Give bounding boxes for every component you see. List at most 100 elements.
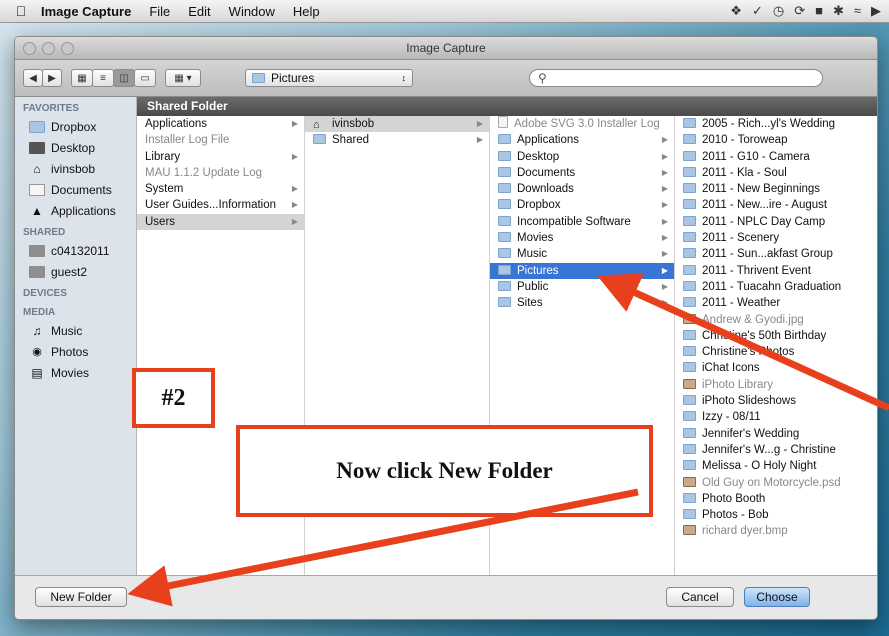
apple-menu-icon[interactable]:  — [10, 3, 32, 19]
list-item[interactable]: Christine's 50th Birthday — [675, 328, 877, 344]
checkmark-status-icon[interactable]: ✓ — [752, 3, 763, 19]
arrange-menu-button[interactable]: ▦ ▾ — [165, 69, 201, 87]
menu-app-name[interactable]: Image Capture — [32, 4, 140, 19]
list-item[interactable]: Shared ▶ — [305, 132, 489, 148]
list-item[interactable]: Public ▶ — [490, 279, 674, 295]
time-machine-icon[interactable]: ◷ — [773, 3, 784, 19]
search-field[interactable]: ⚲ — [529, 69, 823, 87]
list-item[interactable]: 2011 - NPLC Day Camp — [675, 214, 877, 230]
cancel-button[interactable]: Cancel — [666, 587, 734, 607]
list-view-button[interactable]: ≡ — [92, 69, 114, 87]
disclosure-arrow-icon: ▶ — [476, 135, 483, 145]
icon-view-button[interactable]: ▦ — [71, 69, 93, 87]
disclosure-arrow-icon: ▶ — [291, 184, 298, 194]
list-item[interactable]: 2011 - G10 - Camera — [675, 149, 877, 165]
sidebar-item-photos[interactable]: ◉ Photos — [15, 341, 136, 362]
list-item[interactable]: 2011 - Thrivent Event — [675, 263, 877, 279]
menu-file[interactable]: File — [140, 4, 179, 19]
list-item[interactable]: Melissa - O Holy Night — [675, 458, 877, 474]
list-item[interactable]: 2011 - Tuacahn Graduation — [675, 279, 877, 295]
list-item[interactable]: 2011 - Kla - Soul — [675, 165, 877, 181]
bluetooth-icon[interactable]: ✱ — [833, 3, 844, 19]
list-item[interactable]: Documents ▶ — [490, 165, 674, 181]
sidebar-item-documents[interactable]: Documents — [15, 179, 136, 200]
list-item[interactable]: Pictures ▶ — [490, 262, 674, 279]
list-item-label: 2011 - Scenery — [702, 232, 780, 245]
list-item[interactable]: Jennifer's Wedding — [675, 426, 877, 442]
list-item[interactable]: Dropbox ▶ — [490, 197, 674, 213]
list-item[interactable]: 2011 - Sun...akfast Group — [675, 246, 877, 262]
volume-icon[interactable]: ▶ — [871, 3, 881, 19]
dropbox-status-icon[interactable]: ❖ — [730, 3, 742, 19]
list-item[interactable]: Photo Booth — [675, 491, 877, 507]
sidebar-item-music[interactable]: ♫ Music — [15, 320, 136, 341]
wifi-icon[interactable]: ≈ — [854, 3, 861, 19]
new-folder-button[interactable]: New Folder — [35, 587, 127, 607]
list-item[interactable]: richard dyer.bmp — [675, 523, 877, 539]
sidebar-item-desktop[interactable]: Desktop — [15, 137, 136, 158]
column-view-button[interactable]: ◫ — [113, 69, 135, 87]
list-item[interactable]: Izzy - 08/11 — [675, 409, 877, 425]
list-item[interactable]: Applications ▶ — [137, 116, 304, 132]
choose-button[interactable]: Choose — [744, 587, 810, 607]
minimize-window-icon[interactable] — [42, 42, 55, 55]
list-item[interactable]: 2005 - Rich...yl's Wedding — [675, 116, 877, 132]
sidebar-item-dropbox[interactable]: Dropbox — [15, 116, 136, 137]
list-item[interactable]: Movies ▶ — [490, 230, 674, 246]
list-item[interactable]: ⌂ ivinsbob ▶ — [305, 116, 489, 133]
folder-icon — [683, 297, 696, 308]
disclosure-arrow-icon: ▶ — [661, 200, 668, 210]
list-item[interactable]: Downloads ▶ — [490, 181, 674, 197]
folder-icon — [313, 134, 326, 145]
list-item[interactable]: Desktop ▶ — [490, 149, 674, 165]
list-item[interactable]: 2011 - Scenery — [675, 230, 877, 246]
list-item-label: Shared — [332, 134, 370, 147]
sync-icon[interactable]: ⟳ — [794, 3, 805, 19]
zoom-window-icon[interactable] — [61, 42, 74, 55]
folder-icon — [683, 411, 696, 422]
list-item[interactable]: Incompatible Software ▶ — [490, 214, 674, 230]
sidebar-item-applications[interactable]: ▲ Applications — [15, 200, 136, 221]
list-item[interactable]: iChat Icons — [675, 360, 877, 376]
list-item[interactable]: Sites ▶ — [490, 295, 674, 311]
path-popup[interactable]: Pictures ↕ — [245, 69, 413, 87]
list-item[interactable]: System ▶ — [137, 181, 304, 197]
list-item[interactable]: Adobe SVG 3.0 Installer Log — [490, 116, 674, 132]
list-item[interactable]: Installer Log File — [137, 132, 304, 148]
display-icon[interactable]: ■ — [815, 3, 823, 19]
menu-window[interactable]: Window — [220, 4, 284, 19]
menu-edit[interactable]: Edit — [179, 4, 219, 19]
list-item[interactable]: Old Guy on Motorcycle.psd — [675, 475, 877, 491]
list-item[interactable]: 2011 - New...ire - August — [675, 197, 877, 213]
sidebar-item-ivinsbob[interactable]: ⌂ ivinsbob — [15, 158, 136, 179]
list-item[interactable]: 2011 - New Beginnings — [675, 181, 877, 197]
list-item[interactable]: 2010 - Toroweap — [675, 132, 877, 148]
list-item[interactable]: Photos - Bob — [675, 507, 877, 523]
sidebar-item-c04132011[interactable]: c04132011 — [15, 240, 136, 261]
image-icon — [683, 476, 696, 487]
forward-button[interactable]: ▶ — [42, 69, 62, 87]
menu-help[interactable]: Help — [284, 4, 329, 19]
list-item[interactable]: User Guides...Information ▶ — [137, 197, 304, 213]
list-item[interactable]: Christine's Photos — [675, 344, 877, 360]
coverflow-view-button[interactable]: ▭ — [134, 69, 156, 87]
folder-icon — [683, 460, 696, 471]
sidebar-item-label: ivinsbob — [51, 161, 96, 176]
folder-icon — [683, 199, 696, 210]
list-item[interactable]: 2011 - Weather — [675, 295, 877, 311]
close-window-icon[interactable] — [23, 42, 36, 55]
list-item[interactable]: Music ▶ — [490, 246, 674, 262]
list-item[interactable]: Jennifer's W...g - Christine — [675, 442, 877, 458]
sidebar-item-movies[interactable]: ▤ Movies — [15, 362, 136, 383]
list-item[interactable]: iPhoto Library — [675, 377, 877, 393]
list-item-label: Melissa - O Holy Night — [702, 460, 817, 473]
list-item[interactable]: Andrew & Gyodi.jpg — [675, 312, 877, 328]
list-item[interactable]: MAU 1.1.2 Update Log — [137, 165, 304, 181]
list-item-label: iChat Icons — [702, 362, 760, 375]
list-item[interactable]: Applications ▶ — [490, 132, 674, 148]
list-item[interactable]: iPhoto Slideshows — [675, 393, 877, 409]
back-button[interactable]: ◀ — [23, 69, 43, 87]
sidebar-item-guest2[interactable]: guest2 — [15, 261, 136, 282]
list-item[interactable]: Library ▶ — [137, 149, 304, 165]
list-item[interactable]: Users ▶ — [137, 213, 304, 231]
